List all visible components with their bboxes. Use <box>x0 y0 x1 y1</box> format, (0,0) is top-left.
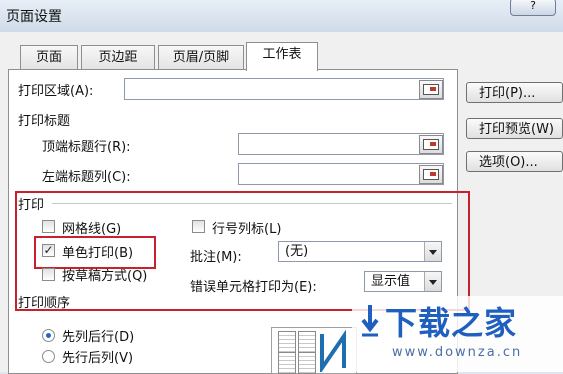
print-titles-heading: 打印标题 <box>18 114 71 129</box>
print-area-collapse-button[interactable] <box>419 80 443 99</box>
draft-label: 按草稿方式(Q) <box>62 269 148 284</box>
gridlines-checkbox[interactable] <box>42 220 55 233</box>
cell-errors-label: 错误单元格打印为(E): <box>190 280 317 295</box>
over-then-down-label: 先行后列(V) <box>62 351 134 366</box>
print-area-input[interactable] <box>124 78 444 100</box>
down-then-over-radio[interactable] <box>42 329 55 342</box>
page-thumbnail <box>278 352 296 374</box>
check-mark-icon: ✓ <box>43 243 54 257</box>
page-thumbnail <box>298 331 316 353</box>
tab-page[interactable]: 页面 <box>20 45 78 70</box>
left-col-input[interactable] <box>238 163 444 185</box>
chevron-down-icon[interactable] <box>424 272 441 291</box>
page-order-preview <box>271 327 357 374</box>
title-bar: 页面设置 ? <box>0 0 563 32</box>
options-button[interactable]: 选项(O)... <box>466 151 563 172</box>
range-select-icon <box>423 84 439 95</box>
help-button[interactable]: ? <box>510 0 556 16</box>
watermark-logo-text: 下载之家 <box>385 304 518 342</box>
chevron-down-icon[interactable] <box>424 242 441 261</box>
over-then-down-radio[interactable] <box>42 350 55 363</box>
range-select-icon <box>423 169 439 180</box>
print-area-label: 打印区域(A): <box>18 84 94 99</box>
row-col-headings-checkbox[interactable] <box>192 220 205 233</box>
tab-label: 工作表 <box>262 47 302 62</box>
dialog-title: 页面设置 <box>6 9 62 25</box>
watermark-url: www.downza.cn <box>392 345 523 360</box>
comments-value: (无) <box>285 244 309 259</box>
top-row-collapse-button[interactable] <box>419 135 443 154</box>
tab-label: 页面 <box>35 50 62 65</box>
draft-checkbox[interactable] <box>42 268 55 281</box>
top-row-label: 顶端标题行(R): <box>42 140 131 155</box>
tab-label: 页眉/页脚 <box>172 50 230 65</box>
tab-margins[interactable]: 页边距 <box>81 45 155 70</box>
page-thumbnail <box>298 352 316 374</box>
gridlines-label: 网格线(G) <box>62 222 122 237</box>
print-preview-button[interactable]: 打印预览(W) <box>466 118 563 139</box>
print-section-heading: 打印 <box>18 198 45 213</box>
print-button[interactable]: 打印(P)... <box>466 82 563 103</box>
page-thumbnail <box>278 331 296 353</box>
watermark-logo-icon <box>361 305 379 337</box>
down-then-over-label: 先列后行(D) <box>62 330 135 345</box>
tab-sheet[interactable]: 工作表 <box>246 42 318 71</box>
row-col-headings-label: 行号列标(L) <box>212 222 282 237</box>
cell-errors-value: 显示值 <box>371 274 411 289</box>
range-select-icon <box>423 139 439 150</box>
cell-errors-select[interactable]: 显示值 <box>364 271 442 292</box>
black-white-checkbox[interactable]: ✓ <box>42 244 55 257</box>
page-order-heading: 打印顺序 <box>18 296 71 311</box>
group-divider <box>52 203 452 204</box>
left-col-collapse-button[interactable] <box>419 165 443 184</box>
black-white-label: 单色打印(B) <box>62 246 134 261</box>
tab-header-footer[interactable]: 页眉/页脚 <box>158 45 244 70</box>
page-order-arrow-icon <box>320 330 346 372</box>
top-row-input[interactable] <box>238 133 444 155</box>
tab-label: 页边距 <box>98 50 138 65</box>
comments-label: 批注(M): <box>190 250 242 265</box>
left-col-label: 左端标题列(C): <box>42 170 131 185</box>
comments-select[interactable]: (无) <box>278 241 442 262</box>
